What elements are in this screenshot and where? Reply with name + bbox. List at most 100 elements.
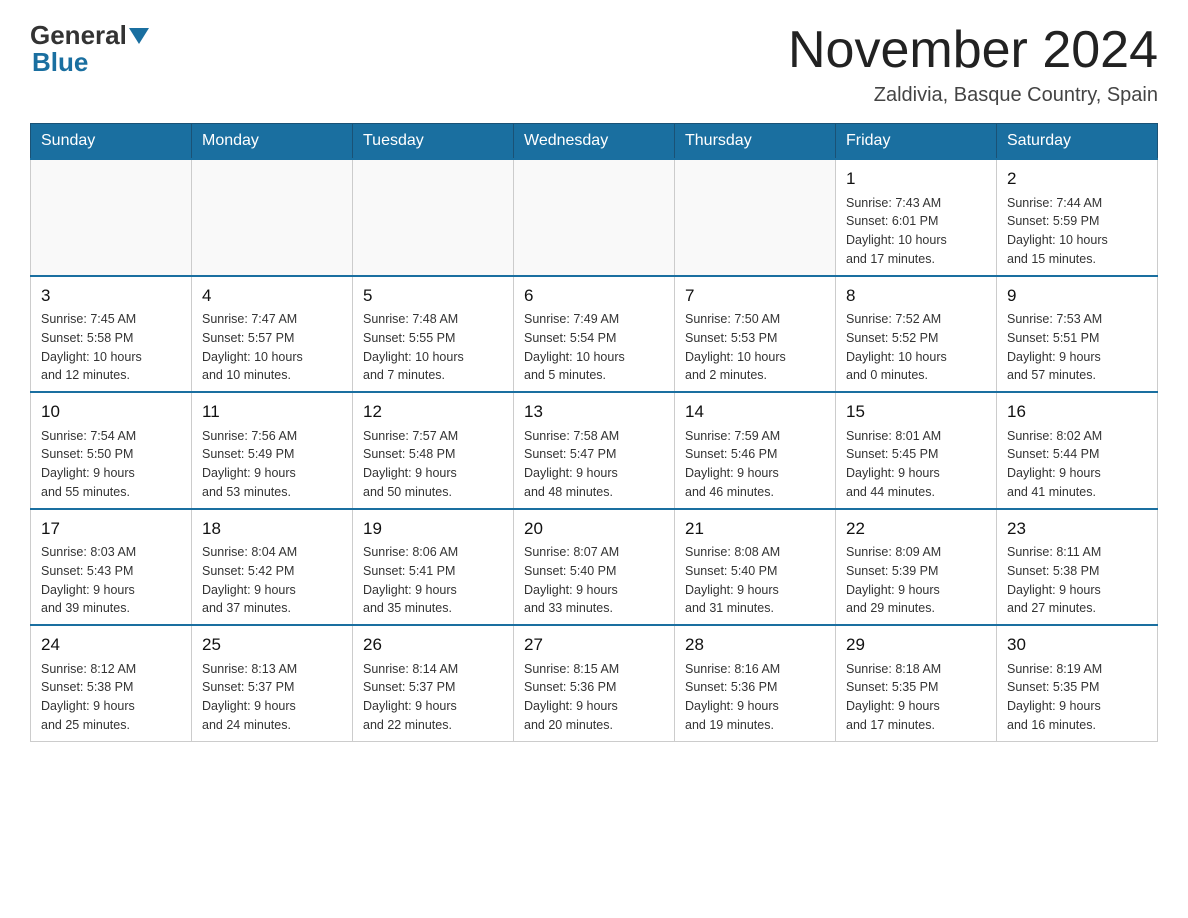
- table-row: 26Sunrise: 8:14 AM Sunset: 5:37 PM Dayli…: [353, 625, 514, 741]
- day-number: 23: [1007, 516, 1147, 542]
- calendar-day-header: Monday: [192, 124, 353, 160]
- sun-info: Sunrise: 8:03 AM Sunset: 5:43 PM Dayligh…: [41, 543, 181, 618]
- title-block: November 2024 Zaldivia, Basque Country, …: [788, 20, 1158, 107]
- table-row: [31, 159, 192, 276]
- sun-info: Sunrise: 8:09 AM Sunset: 5:39 PM Dayligh…: [846, 543, 986, 618]
- table-row: 15Sunrise: 8:01 AM Sunset: 5:45 PM Dayli…: [836, 392, 997, 509]
- sun-info: Sunrise: 8:04 AM Sunset: 5:42 PM Dayligh…: [202, 543, 342, 618]
- table-row: 6Sunrise: 7:49 AM Sunset: 5:54 PM Daylig…: [514, 276, 675, 393]
- sun-info: Sunrise: 8:16 AM Sunset: 5:36 PM Dayligh…: [685, 660, 825, 735]
- sun-info: Sunrise: 8:15 AM Sunset: 5:36 PM Dayligh…: [524, 660, 664, 735]
- table-row: [353, 159, 514, 276]
- day-number: 21: [685, 516, 825, 542]
- sun-info: Sunrise: 8:14 AM Sunset: 5:37 PM Dayligh…: [363, 660, 503, 735]
- sun-info: Sunrise: 7:48 AM Sunset: 5:55 PM Dayligh…: [363, 310, 503, 385]
- table-row: 21Sunrise: 8:08 AM Sunset: 5:40 PM Dayli…: [675, 509, 836, 626]
- calendar-day-header: Saturday: [997, 124, 1158, 160]
- logo-triangle-icon: [129, 28, 149, 44]
- sun-info: Sunrise: 8:02 AM Sunset: 5:44 PM Dayligh…: [1007, 427, 1147, 502]
- table-row: 11Sunrise: 7:56 AM Sunset: 5:49 PM Dayli…: [192, 392, 353, 509]
- sun-info: Sunrise: 7:54 AM Sunset: 5:50 PM Dayligh…: [41, 427, 181, 502]
- table-row: 22Sunrise: 8:09 AM Sunset: 5:39 PM Dayli…: [836, 509, 997, 626]
- table-row: 17Sunrise: 8:03 AM Sunset: 5:43 PM Dayli…: [31, 509, 192, 626]
- day-number: 4: [202, 283, 342, 309]
- day-number: 20: [524, 516, 664, 542]
- table-row: 1Sunrise: 7:43 AM Sunset: 6:01 PM Daylig…: [836, 159, 997, 276]
- day-number: 12: [363, 399, 503, 425]
- day-number: 15: [846, 399, 986, 425]
- day-number: 19: [363, 516, 503, 542]
- sun-info: Sunrise: 8:12 AM Sunset: 5:38 PM Dayligh…: [41, 660, 181, 735]
- day-number: 29: [846, 632, 986, 658]
- sun-info: Sunrise: 7:47 AM Sunset: 5:57 PM Dayligh…: [202, 310, 342, 385]
- calendar-week-row: 3Sunrise: 7:45 AM Sunset: 5:58 PM Daylig…: [31, 276, 1158, 393]
- table-row: 4Sunrise: 7:47 AM Sunset: 5:57 PM Daylig…: [192, 276, 353, 393]
- sun-info: Sunrise: 7:57 AM Sunset: 5:48 PM Dayligh…: [363, 427, 503, 502]
- sun-info: Sunrise: 8:07 AM Sunset: 5:40 PM Dayligh…: [524, 543, 664, 618]
- day-number: 30: [1007, 632, 1147, 658]
- calendar-header-row: SundayMondayTuesdayWednesdayThursdayFrid…: [31, 124, 1158, 160]
- sun-info: Sunrise: 7:53 AM Sunset: 5:51 PM Dayligh…: [1007, 310, 1147, 385]
- day-number: 24: [41, 632, 181, 658]
- table-row: 19Sunrise: 8:06 AM Sunset: 5:41 PM Dayli…: [353, 509, 514, 626]
- calendar-week-row: 10Sunrise: 7:54 AM Sunset: 5:50 PM Dayli…: [31, 392, 1158, 509]
- sun-info: Sunrise: 7:49 AM Sunset: 5:54 PM Dayligh…: [524, 310, 664, 385]
- day-number: 28: [685, 632, 825, 658]
- page-header: General Blue November 2024 Zaldivia, Bas…: [30, 20, 1158, 107]
- table-row: 28Sunrise: 8:16 AM Sunset: 5:36 PM Dayli…: [675, 625, 836, 741]
- calendar-table: SundayMondayTuesdayWednesdayThursdayFrid…: [30, 123, 1158, 742]
- table-row: 8Sunrise: 7:52 AM Sunset: 5:52 PM Daylig…: [836, 276, 997, 393]
- table-row: 10Sunrise: 7:54 AM Sunset: 5:50 PM Dayli…: [31, 392, 192, 509]
- sun-info: Sunrise: 8:19 AM Sunset: 5:35 PM Dayligh…: [1007, 660, 1147, 735]
- day-number: 1: [846, 166, 986, 192]
- day-number: 9: [1007, 283, 1147, 309]
- day-number: 17: [41, 516, 181, 542]
- month-title: November 2024: [788, 20, 1158, 80]
- day-number: 10: [41, 399, 181, 425]
- table-row: 27Sunrise: 8:15 AM Sunset: 5:36 PM Dayli…: [514, 625, 675, 741]
- day-number: 27: [524, 632, 664, 658]
- table-row: 23Sunrise: 8:11 AM Sunset: 5:38 PM Dayli…: [997, 509, 1158, 626]
- sun-info: Sunrise: 7:44 AM Sunset: 5:59 PM Dayligh…: [1007, 194, 1147, 269]
- sun-info: Sunrise: 7:45 AM Sunset: 5:58 PM Dayligh…: [41, 310, 181, 385]
- sun-info: Sunrise: 7:50 AM Sunset: 5:53 PM Dayligh…: [685, 310, 825, 385]
- table-row: 2Sunrise: 7:44 AM Sunset: 5:59 PM Daylig…: [997, 159, 1158, 276]
- table-row: 16Sunrise: 8:02 AM Sunset: 5:44 PM Dayli…: [997, 392, 1158, 509]
- calendar-week-row: 17Sunrise: 8:03 AM Sunset: 5:43 PM Dayli…: [31, 509, 1158, 626]
- sun-info: Sunrise: 8:08 AM Sunset: 5:40 PM Dayligh…: [685, 543, 825, 618]
- day-number: 7: [685, 283, 825, 309]
- table-row: 3Sunrise: 7:45 AM Sunset: 5:58 PM Daylig…: [31, 276, 192, 393]
- calendar-day-header: Wednesday: [514, 124, 675, 160]
- day-number: 18: [202, 516, 342, 542]
- table-row: 18Sunrise: 8:04 AM Sunset: 5:42 PM Dayli…: [192, 509, 353, 626]
- table-row: 7Sunrise: 7:50 AM Sunset: 5:53 PM Daylig…: [675, 276, 836, 393]
- day-number: 13: [524, 399, 664, 425]
- calendar-day-header: Friday: [836, 124, 997, 160]
- sun-info: Sunrise: 8:06 AM Sunset: 5:41 PM Dayligh…: [363, 543, 503, 618]
- location-title: Zaldivia, Basque Country, Spain: [788, 84, 1158, 107]
- table-row: 14Sunrise: 7:59 AM Sunset: 5:46 PM Dayli…: [675, 392, 836, 509]
- sun-info: Sunrise: 7:52 AM Sunset: 5:52 PM Dayligh…: [846, 310, 986, 385]
- day-number: 22: [846, 516, 986, 542]
- table-row: 5Sunrise: 7:48 AM Sunset: 5:55 PM Daylig…: [353, 276, 514, 393]
- day-number: 5: [363, 283, 503, 309]
- sun-info: Sunrise: 7:59 AM Sunset: 5:46 PM Dayligh…: [685, 427, 825, 502]
- day-number: 14: [685, 399, 825, 425]
- table-row: 30Sunrise: 8:19 AM Sunset: 5:35 PM Dayli…: [997, 625, 1158, 741]
- table-row: [675, 159, 836, 276]
- day-number: 11: [202, 399, 342, 425]
- sun-info: Sunrise: 8:01 AM Sunset: 5:45 PM Dayligh…: [846, 427, 986, 502]
- sun-info: Sunrise: 7:43 AM Sunset: 6:01 PM Dayligh…: [846, 194, 986, 269]
- sun-info: Sunrise: 7:56 AM Sunset: 5:49 PM Dayligh…: [202, 427, 342, 502]
- logo: General Blue: [30, 20, 151, 78]
- table-row: 13Sunrise: 7:58 AM Sunset: 5:47 PM Dayli…: [514, 392, 675, 509]
- calendar-day-header: Tuesday: [353, 124, 514, 160]
- table-row: [514, 159, 675, 276]
- day-number: 25: [202, 632, 342, 658]
- sun-info: Sunrise: 7:58 AM Sunset: 5:47 PM Dayligh…: [524, 427, 664, 502]
- calendar-day-header: Thursday: [675, 124, 836, 160]
- day-number: 2: [1007, 166, 1147, 192]
- table-row: 9Sunrise: 7:53 AM Sunset: 5:51 PM Daylig…: [997, 276, 1158, 393]
- day-number: 8: [846, 283, 986, 309]
- table-row: 20Sunrise: 8:07 AM Sunset: 5:40 PM Dayli…: [514, 509, 675, 626]
